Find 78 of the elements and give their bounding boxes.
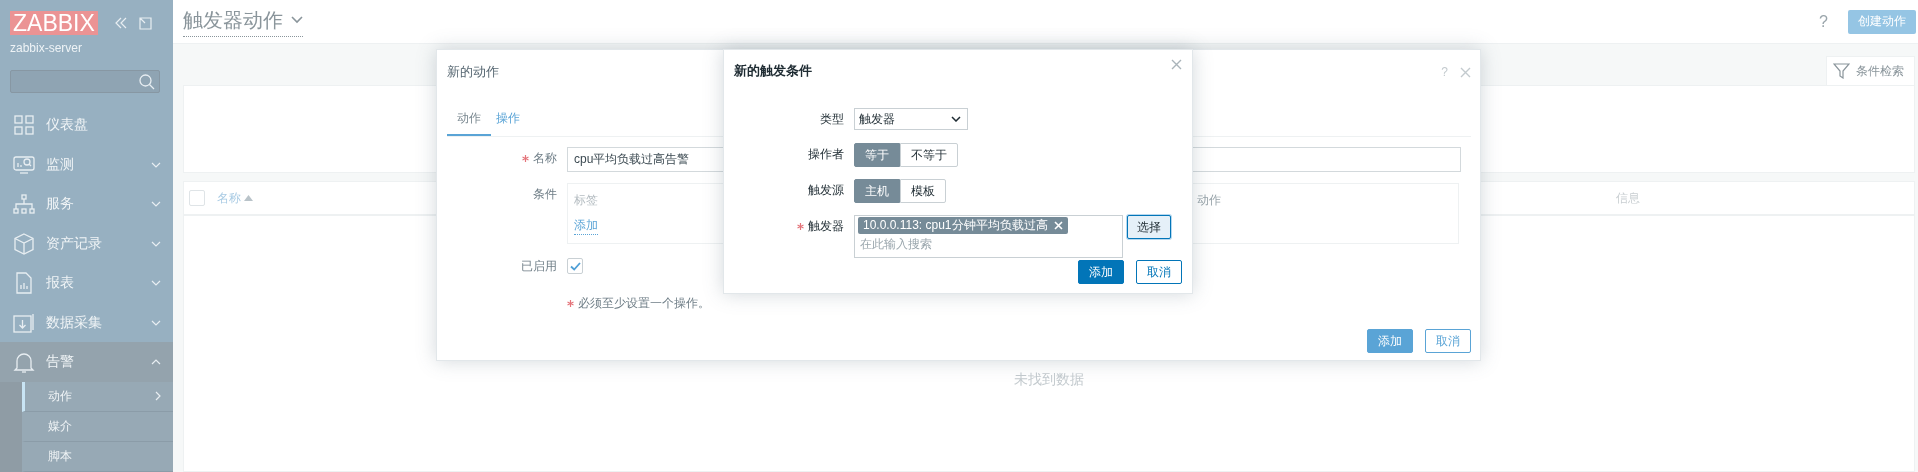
download-tray-icon bbox=[13, 311, 35, 334]
report-icon bbox=[13, 272, 35, 295]
required-icon bbox=[567, 300, 574, 307]
field-label: 操作者 bbox=[808, 146, 844, 163]
required-icon bbox=[797, 223, 804, 230]
chevron-icon bbox=[151, 161, 161, 168]
cancel-button[interactable]: 取消 bbox=[1425, 329, 1471, 353]
sort-up-icon bbox=[244, 195, 253, 201]
funnel-icon bbox=[1833, 63, 1850, 79]
column-header[interactable]: 名称 bbox=[217, 189, 253, 207]
tab[interactable]: 操作 bbox=[491, 110, 525, 136]
filter-tab[interactable]: 条件检索 bbox=[1826, 56, 1915, 85]
chevron-icon bbox=[151, 201, 161, 208]
dialog-title: 新的触发条件 bbox=[734, 62, 812, 80]
menu-item[interactable]: 仪表盘 bbox=[0, 105, 173, 145]
chevron-down-icon bbox=[951, 116, 961, 122]
required-icon bbox=[522, 155, 529, 162]
help-link[interactable]: ? bbox=[1819, 12, 1828, 31]
enabled-checkbox[interactable] bbox=[567, 258, 583, 274]
field-label: 类型 bbox=[820, 111, 844, 128]
empty-message: 未找到数据 bbox=[1014, 371, 1084, 387]
monitor-icon bbox=[13, 153, 35, 176]
radio-option[interactable]: 不等于 bbox=[900, 143, 958, 167]
chevron-icon bbox=[151, 280, 161, 287]
add-button[interactable]: 添加 bbox=[1078, 260, 1124, 284]
grid-icon bbox=[13, 114, 35, 137]
help-link[interactable]: ? bbox=[1441, 65, 1448, 79]
cube-icon bbox=[13, 232, 35, 255]
field-label: 条件 bbox=[533, 186, 557, 203]
close-icon[interactable] bbox=[1171, 59, 1182, 70]
select-button[interactable]: 选择 bbox=[1127, 215, 1171, 239]
menu-item[interactable]: 监测 bbox=[0, 144, 173, 185]
collapse-icon[interactable] bbox=[113, 17, 128, 29]
chevron-icon bbox=[151, 319, 161, 326]
create-button[interactable]: 创建动作 bbox=[1848, 9, 1916, 34]
field-label: 已启用 bbox=[521, 258, 557, 275]
search-icon bbox=[139, 73, 155, 90]
column-header: 动作 bbox=[1197, 192, 1221, 209]
select-all-checkbox[interactable] bbox=[189, 190, 205, 206]
server-name: zabbix-server bbox=[9, 40, 84, 57]
search-field[interactable] bbox=[10, 69, 160, 94]
submenu-item[interactable]: 媒介 bbox=[22, 411, 173, 442]
logo[interactable]: ZABBIX bbox=[10, 11, 98, 35]
menu-item[interactable]: 资产记录 bbox=[0, 223, 173, 264]
note-text: 必须至少设置一个操作。 bbox=[578, 295, 710, 312]
tab[interactable]: 动作 bbox=[447, 110, 491, 136]
hierarchy-icon bbox=[13, 193, 35, 216]
add-link[interactable]: 添加 bbox=[574, 217, 598, 235]
caret-icon bbox=[291, 16, 303, 24]
field-label: 触发源 bbox=[808, 182, 844, 199]
checkmark-icon bbox=[569, 261, 581, 271]
submenu-item[interactable]: 动作 bbox=[22, 381, 173, 412]
menu-item[interactable]: 报表 bbox=[0, 263, 173, 303]
remove-icon[interactable] bbox=[1053, 221, 1063, 230]
dialog-title: 新的动作 bbox=[447, 63, 499, 81]
close-icon[interactable] bbox=[1460, 66, 1471, 78]
field-label: 触发器 bbox=[808, 218, 844, 235]
add-button[interactable]: 添加 bbox=[1367, 329, 1413, 353]
expand-icon[interactable] bbox=[138, 16, 152, 30]
submenu-item[interactable]: 脚本 bbox=[22, 441, 173, 472]
search-input[interactable]: 在此输入搜索 bbox=[858, 234, 1098, 254]
menu-item[interactable]: 数据采集 bbox=[0, 302, 173, 343]
page-title[interactable]: 触发器动作 bbox=[183, 6, 303, 37]
bell-icon bbox=[13, 351, 35, 374]
menu-item[interactable]: 服务 bbox=[0, 184, 173, 224]
radio-option[interactable]: 模板 bbox=[900, 179, 946, 203]
field-label: 名称 bbox=[533, 150, 557, 167]
chevron-icon bbox=[151, 240, 161, 247]
radio-option[interactable]: 主机 bbox=[854, 179, 900, 203]
chevron-right-icon bbox=[155, 391, 161, 402]
radio-option[interactable]: 等于 bbox=[854, 143, 900, 167]
column-header: 标签 bbox=[574, 192, 598, 209]
cancel-button[interactable]: 取消 bbox=[1136, 260, 1182, 284]
trigger-tag: 10.0.0.113: cpu1分钟平均负载过高 bbox=[858, 217, 1068, 234]
trigger-field[interactable]: 10.0.0.113: cpu1分钟平均负载过高 在此输入搜索 bbox=[854, 215, 1123, 258]
menu-item[interactable]: 告警 bbox=[0, 342, 173, 382]
type-dropdown[interactable]: 触发器 bbox=[854, 108, 968, 130]
chevron-icon bbox=[151, 359, 161, 366]
